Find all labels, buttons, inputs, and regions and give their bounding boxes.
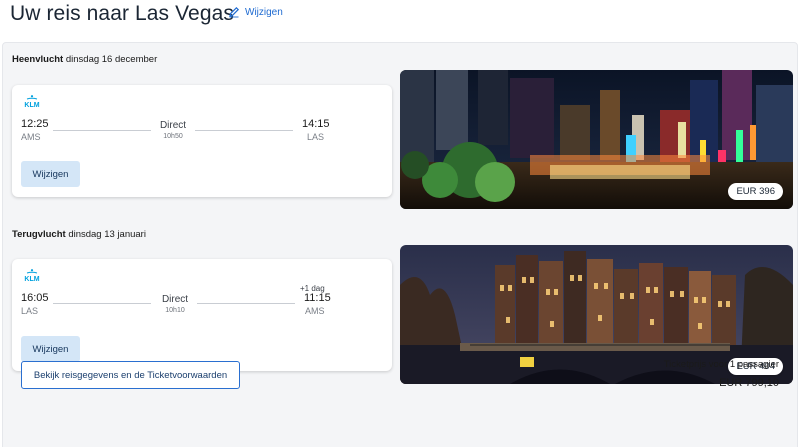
- outbound-arrive-time: 14:15: [302, 118, 330, 130]
- outbound-heading: Heenvlucht dinsdag 16 december: [12, 54, 157, 65]
- outbound-edit-button[interactable]: Wijzigen: [21, 161, 80, 187]
- return-heading: Terugvlucht dinsdag 13 januari: [12, 229, 146, 240]
- trip-details-button[interactable]: Bekijk reisgegevens en de Ticketvoorwaar…: [21, 361, 240, 389]
- svg-text:KLM: KLM: [24, 276, 39, 282]
- outbound-flight-card[interactable]: KLM 12:25 AMS Direct 10h50 14:15 LAS Wij…: [12, 85, 392, 197]
- klm-logo-icon: KLM: [24, 269, 40, 282]
- total-price: EUR 799,10: [719, 377, 779, 389]
- outbound-arrive-code: LAS: [307, 132, 325, 142]
- page-header: Uw reis naar Las Vegas: [10, 0, 234, 28]
- outbound-depart-time: 12:25: [21, 118, 49, 130]
- total-price-label: Ticketprijs voor 1 passagier: [663, 359, 779, 370]
- route-line: [197, 303, 295, 304]
- return-depart-time: 16:05: [21, 292, 49, 304]
- outbound-depart-code: AMS: [21, 132, 41, 142]
- return-edit-button[interactable]: Wijzigen: [21, 336, 80, 362]
- return-duration: 10h10: [165, 307, 185, 314]
- las-vegas-photo: EUR 396: [400, 70, 793, 209]
- return-flight-card[interactable]: KLM 16:05 LAS Direct 10h10 +1 dag 11:15 …: [12, 259, 392, 371]
- return-label: Terugvlucht: [12, 229, 66, 240]
- outbound-duration: 10h50: [163, 133, 183, 140]
- edit-trip-link[interactable]: Wijzigen: [228, 6, 283, 18]
- pencil-icon: [229, 6, 240, 18]
- edit-trip-label: Wijzigen: [245, 6, 283, 18]
- return-stops: Direct: [161, 294, 189, 305]
- outbound-price-badge: EUR 396: [728, 183, 783, 200]
- svg-text:KLM: KLM: [24, 102, 39, 108]
- return-date: dinsdag 13 januari: [68, 229, 146, 240]
- route-line: [53, 303, 151, 304]
- outbound-label: Heenvlucht: [12, 54, 64, 65]
- outbound-date: dinsdag 16 december: [65, 54, 158, 65]
- return-arrive-code: AMS: [305, 306, 325, 316]
- route-line: [53, 130, 151, 131]
- return-arrive-time: 11:15: [304, 292, 331, 304]
- route-line: [195, 130, 293, 131]
- page-title: Uw reis naar Las Vegas: [10, 2, 234, 25]
- return-depart-code: LAS: [21, 306, 39, 316]
- outbound-stops: Direct: [159, 120, 187, 131]
- klm-logo-icon: KLM: [24, 95, 40, 108]
